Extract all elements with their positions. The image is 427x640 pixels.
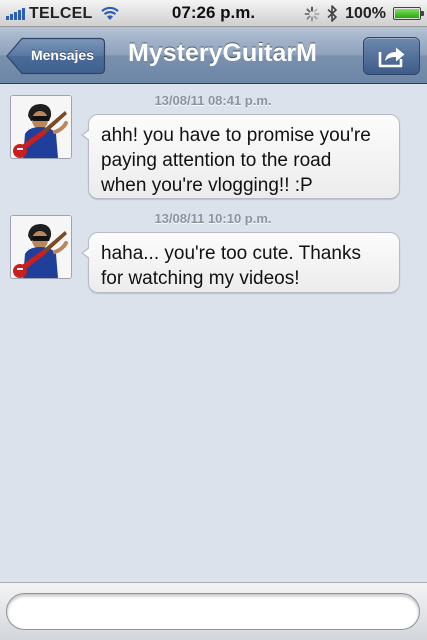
message-line: ahh! you have to promise you're: [101, 125, 371, 146]
activity-spinner-icon: [304, 6, 320, 21]
message-line: haha... you're too cute. Thanks: [101, 243, 361, 264]
avatar-image: [11, 96, 71, 158]
back-button[interactable]: Mensajes: [6, 37, 106, 75]
back-button-label: Mensajes: [30, 47, 95, 63]
battery-percent: 100%: [345, 4, 386, 22]
message-bubble[interactable]: haha... you're too cute. Thanks for watc…: [81, 232, 400, 293]
compose-bar: [0, 582, 427, 640]
message-input[interactable]: [6, 593, 420, 630]
avatar[interactable]: [10, 95, 72, 159]
avatar[interactable]: [10, 215, 72, 279]
battery-icon: [393, 7, 424, 20]
message-list[interactable]: 13/08/11 08:41 p.m. ahh! you have to pro…: [0, 84, 427, 582]
message-line: when you're vlogging!! :P: [101, 175, 313, 196]
navigation-bar: Mensajes MysteryGuitarM: [0, 27, 427, 84]
message-line: paying attention to the road: [101, 150, 332, 171]
bluetooth-icon: [327, 5, 337, 22]
message-timestamp: 13/08/11 10:10 p.m.: [154, 211, 272, 226]
status-right: 100%: [304, 4, 424, 23]
status-bar: TELCEL 07:26 p.m. 100%: [0, 0, 427, 27]
avatar-image: [11, 216, 71, 278]
message-line: for watching my videos!: [101, 268, 300, 289]
share-icon: [378, 47, 404, 68]
message-timestamp: 13/08/11 08:41 p.m.: [154, 93, 272, 108]
battery-fill: [395, 9, 419, 18]
share-button[interactable]: [363, 37, 420, 75]
message-bubble[interactable]: ahh! you have to promise you're paying a…: [81, 114, 400, 199]
page-title: MysteryGuitarM: [128, 39, 317, 67]
